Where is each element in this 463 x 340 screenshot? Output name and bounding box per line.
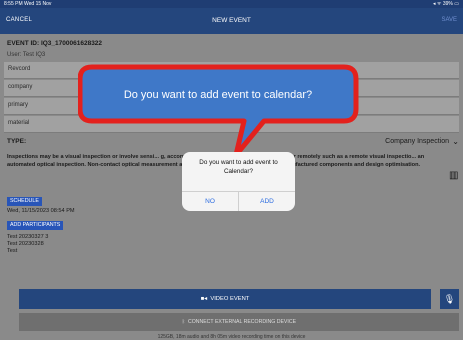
event-id: EVENT ID: IQ3_1700061628322 xyxy=(7,40,103,47)
field-label: company xyxy=(8,84,33,90)
callout-bubble: Do you want to add event to calendar? xyxy=(78,64,359,158)
field-label: Revcord xyxy=(8,66,31,72)
participant-item: Test xyxy=(7,248,18,254)
schedule-button[interactable]: SCHEDULE xyxy=(7,197,42,206)
add-button[interactable]: ADD xyxy=(239,192,295,211)
video-camera-icon: ■◂ xyxy=(200,296,208,302)
alert-message: Do you want to add event to Calendar? xyxy=(199,159,278,175)
storage-footer: 125GB, 18m audio and 8h 05m video record… xyxy=(157,334,306,340)
schedule-datetime: Wed, 11/15/2023 08:54 PM xyxy=(7,208,75,214)
calendar-alert: Do you want to add event to Calendar? NO… xyxy=(182,152,295,211)
callout-shape xyxy=(78,64,359,158)
status-bar: 8:55 PM Wed 15 Nov ◂ ᯤ 39% ▭ xyxy=(0,0,463,8)
field-label: material xyxy=(8,120,30,126)
status-time: 8:55 PM Wed 15 Nov xyxy=(4,1,52,7)
participants-list: Test 20230327 3 Test 20230328 Test xyxy=(7,234,48,255)
add-participants-button[interactable]: ADD PARTICIPANTS xyxy=(7,221,64,230)
callout-text: Do you want to add event to calendar? xyxy=(124,89,312,101)
status-indicators: ◂ ᯤ 39% ▭ xyxy=(433,1,459,7)
participant-item: Test 20230328 xyxy=(7,241,44,247)
save-button[interactable]: SAVE xyxy=(441,17,457,23)
field-label: primary xyxy=(8,102,29,108)
microphone-button[interactable]: 🎙 xyxy=(440,289,459,309)
participant-item: Test 20230327 3 xyxy=(7,234,49,240)
barcode-icon[interactable]: ▥ xyxy=(449,170,459,182)
video-event-label: VIDEO EVENT xyxy=(210,296,250,302)
nav-bar: CANCEL NEW EVENT SAVE xyxy=(0,8,463,34)
user-label: User: Test IQ3 xyxy=(7,52,46,58)
type-value[interactable]: Company Inspection xyxy=(385,138,449,145)
bluetooth-icon: ᛒ xyxy=(181,319,186,325)
microphone-icon: 🎙 xyxy=(443,294,456,304)
type-label: TYPE: xyxy=(7,138,27,145)
no-button[interactable]: NO xyxy=(182,192,238,211)
connect-device-label: CONNECT EXTERNAL RECORDING DEVICE xyxy=(187,319,297,325)
video-event-button[interactable]: ■◂ VIDEO EVENT xyxy=(19,289,431,309)
page-title: NEW EVENT xyxy=(212,17,251,24)
chevron-down-icon[interactable]: ⌄ xyxy=(452,137,459,146)
connect-device-button[interactable]: ᛒ CONNECT EXTERNAL RECORDING DEVICE xyxy=(19,313,459,331)
